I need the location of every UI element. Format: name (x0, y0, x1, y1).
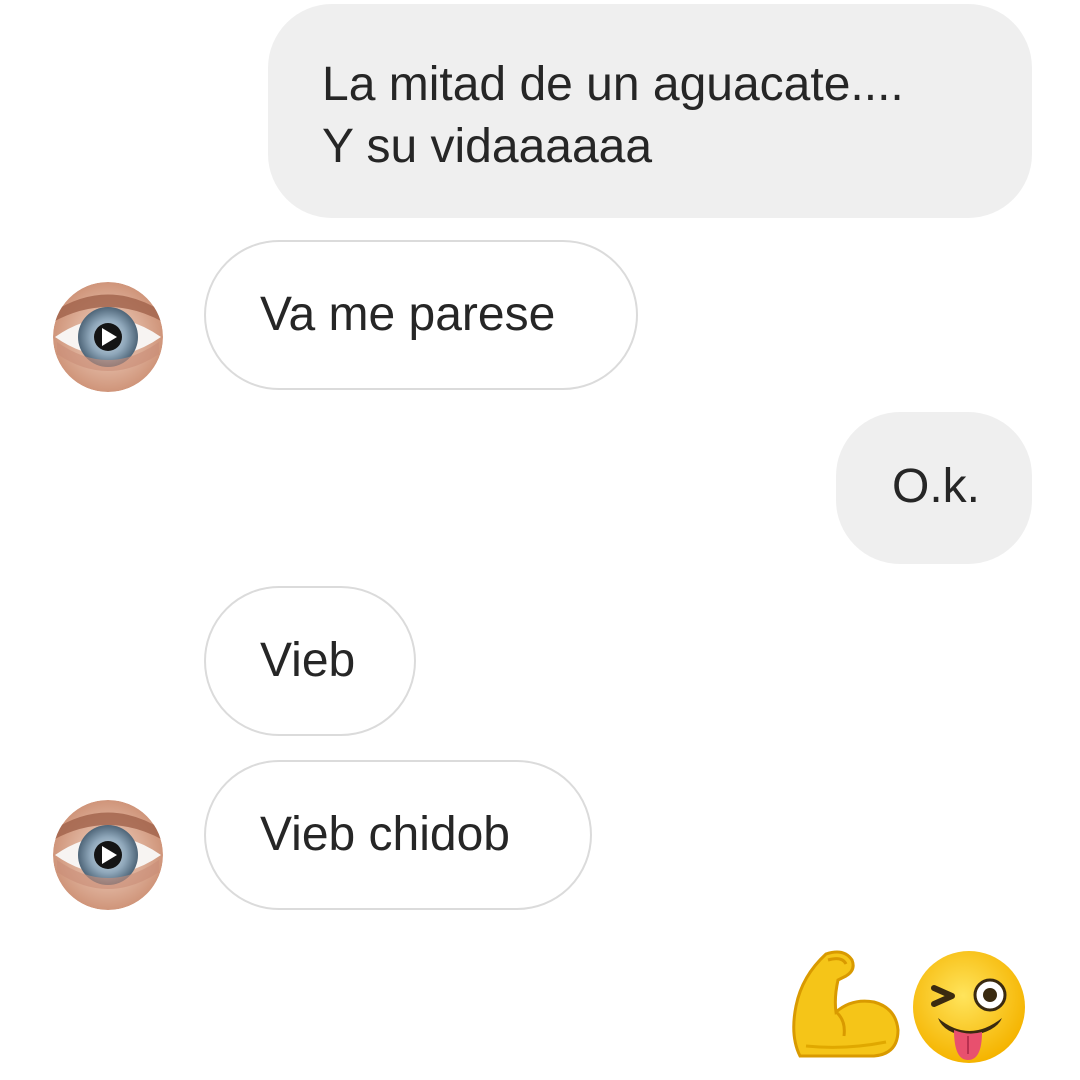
eye-avatar-icon (53, 800, 163, 910)
message-bubble-received[interactable]: Vieb (204, 586, 416, 736)
contact-avatar[interactable] (53, 282, 163, 392)
flexed-biceps-icon[interactable] (786, 946, 902, 1062)
message-bubble-sent[interactable]: La mitad de un aguacate.... Y su vidaaaa… (268, 4, 1032, 218)
eye-avatar-icon (53, 282, 163, 392)
message-bubble-received[interactable]: Va me parese (204, 240, 638, 390)
flexed-biceps-emoji-icon (792, 950, 900, 1058)
message-bubble-received[interactable]: Vieb chidob (204, 760, 592, 910)
winking-face-with-tongue-icon[interactable] (910, 948, 1028, 1066)
contact-avatar[interactable] (53, 800, 163, 910)
message-bubble-sent[interactable]: O.k. (836, 412, 1032, 564)
winking-face-with-tongue-emoji-icon (913, 951, 1025, 1063)
